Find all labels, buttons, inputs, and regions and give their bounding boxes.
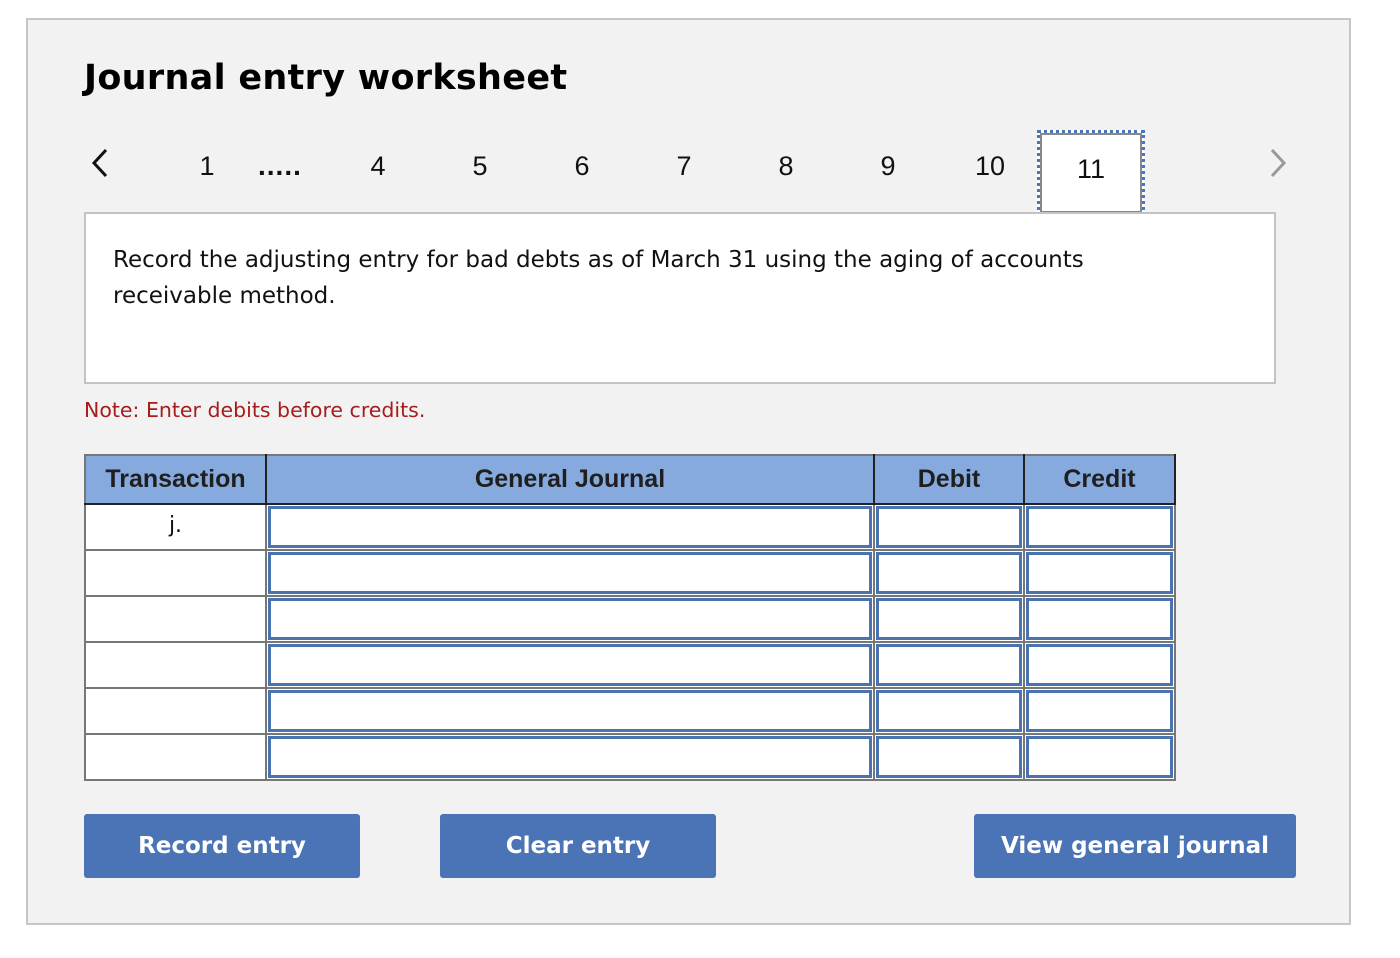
table-row — [84, 687, 1176, 735]
credit-input[interactable] — [1026, 736, 1173, 778]
account-cell — [265, 595, 875, 643]
page-6[interactable]: 6 — [552, 148, 612, 184]
credit-input[interactable] — [1026, 644, 1173, 686]
journal-entry-table: Transaction General Journal Debit Credit… — [84, 454, 1176, 781]
transaction-cell — [84, 687, 267, 735]
table-row — [84, 641, 1176, 689]
credit-cell — [1023, 595, 1176, 643]
page-10[interactable]: 10 — [960, 148, 1020, 184]
credit-cell — [1023, 733, 1176, 781]
table-row — [84, 733, 1176, 781]
debit-cell — [873, 595, 1025, 643]
worksheet-title: Journal entry worksheet — [84, 58, 568, 98]
credit-input[interactable] — [1026, 552, 1173, 594]
chevron-left-icon — [91, 148, 108, 178]
account-cell — [265, 549, 875, 597]
debit-cell — [873, 503, 1025, 551]
page-1[interactable]: 1 — [177, 148, 237, 184]
question-prompt-box: Record the adjusting entry for bad debts… — [84, 212, 1276, 384]
record-entry-button[interactable]: Record entry — [84, 814, 360, 878]
question-prompt-text: Record the adjusting entry for bad debts… — [113, 247, 1084, 309]
page-ellipsis: ..... — [258, 150, 302, 181]
table-row — [84, 549, 1176, 597]
transaction-cell — [84, 733, 267, 781]
transaction-cell — [84, 595, 267, 643]
header-transaction: Transaction — [84, 454, 267, 505]
account-dropdown[interactable] — [268, 644, 872, 686]
pager-prev-button[interactable] — [86, 146, 116, 180]
note-text: Note: Enter debits before credits. — [84, 398, 426, 422]
page-4[interactable]: 4 — [348, 148, 408, 184]
debit-input[interactable] — [876, 598, 1022, 640]
header-general-journal: General Journal — [265, 454, 875, 505]
account-cell — [265, 687, 875, 735]
credit-cell — [1023, 549, 1176, 597]
debit-cell — [873, 549, 1025, 597]
pager-next-button[interactable] — [1262, 146, 1292, 180]
table-row — [84, 595, 1176, 643]
account-dropdown[interactable] — [268, 552, 872, 594]
table-row: j. — [84, 503, 1176, 551]
view-general-journal-button[interactable]: View general journal — [974, 814, 1296, 878]
debit-input[interactable] — [876, 644, 1022, 686]
credit-cell — [1023, 503, 1176, 551]
debit-input[interactable] — [876, 690, 1022, 732]
debit-input[interactable] — [876, 736, 1022, 778]
page-9[interactable]: 9 — [858, 148, 918, 184]
page-11-active[interactable]: 11 — [1037, 130, 1145, 216]
account-cell — [265, 733, 875, 781]
header-debit: Debit — [873, 454, 1025, 505]
debit-input[interactable] — [876, 506, 1022, 548]
transaction-cell: j. — [84, 503, 267, 551]
credit-input[interactable] — [1026, 598, 1173, 640]
header-credit: Credit — [1023, 454, 1176, 505]
chevron-right-icon — [1270, 148, 1287, 178]
clear-entry-button[interactable]: Clear entry — [440, 814, 716, 878]
page-5[interactable]: 5 — [450, 148, 510, 184]
debit-input[interactable] — [876, 552, 1022, 594]
page-8[interactable]: 8 — [756, 148, 816, 184]
account-dropdown[interactable] — [268, 598, 872, 640]
transaction-cell — [84, 549, 267, 597]
credit-input[interactable] — [1026, 506, 1173, 548]
transaction-cell — [84, 641, 267, 689]
account-cell — [265, 641, 875, 689]
credit-input[interactable] — [1026, 690, 1173, 732]
debit-cell — [873, 733, 1025, 781]
credit-cell — [1023, 687, 1176, 735]
account-cell — [265, 503, 875, 551]
account-dropdown[interactable] — [268, 506, 872, 548]
debit-cell — [873, 641, 1025, 689]
table-header-row: Transaction General Journal Debit Credit — [84, 454, 1176, 505]
debit-cell — [873, 687, 1025, 735]
credit-cell — [1023, 641, 1176, 689]
account-dropdown[interactable] — [268, 736, 872, 778]
account-dropdown[interactable] — [268, 690, 872, 732]
page-7[interactable]: 7 — [654, 148, 714, 184]
